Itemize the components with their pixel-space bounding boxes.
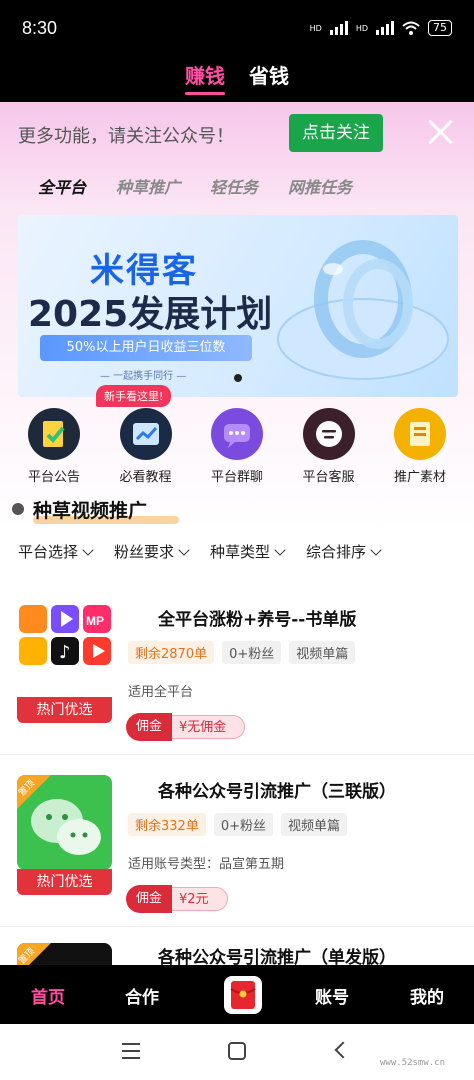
customer-service-icon: [302, 408, 355, 460]
commission-badge: 佣金 ¥2元: [126, 885, 228, 913]
hot-pick-label: 热门优选: [17, 697, 112, 723]
wifi-icon: [402, 21, 420, 35]
commission-label: 佣金: [126, 713, 173, 741]
multi-platform-apps-icon: MP ♪: [17, 603, 112, 698]
remaining-tag: 剩余2870单: [128, 641, 215, 664]
quick-links: 平台公告 必看教程 平台群聊 平台客服 推广素材: [10, 408, 464, 485]
banner-headline: 2025发展计划: [28, 294, 273, 335]
group-chat-icon: [211, 408, 263, 460]
chevron-down-icon: [178, 543, 190, 556]
category-tabs: 全平台 种草推广 轻任务 网推任务: [38, 174, 352, 198]
nav-cooperation[interactable]: 合作: [125, 983, 159, 1008]
quick-link-label: 平台公告: [27, 470, 80, 485]
nav-accounts[interactable]: 账号: [315, 983, 349, 1008]
quick-link-tutorial[interactable]: 必看教程: [102, 408, 190, 485]
status-icons: HD HD 75: [310, 20, 452, 36]
quick-link-label: 必看教程: [119, 470, 172, 485]
task-card[interactable]: MP ♪ 热门优选 全平台涨粉+养号--书单版 剩余2870单 0+粉丝 视频单…: [0, 583, 474, 755]
close-icon[interactable]: [424, 116, 456, 148]
nav-mine[interactable]: 我的: [410, 983, 444, 1008]
task-description: 适用全平台: [128, 685, 194, 700]
commission-value: ¥2元: [168, 887, 228, 911]
nav-home[interactable]: 首页: [31, 983, 65, 1008]
promo-material-icon: [394, 408, 446, 460]
top-bar: 8:30 HD HD 75 赚钱 省钱: [0, 0, 474, 102]
hot-pick-label: 热门优选: [17, 869, 112, 895]
follow-notice: 更多功能，请关注公众号！: [0, 102, 474, 164]
remaining-tag: 剩余332单: [128, 813, 206, 836]
section-bullet: [12, 503, 24, 515]
notice-text: 更多功能，请关注公众号！: [18, 126, 234, 147]
filter-label: 平台选择: [18, 543, 79, 561]
chevron-down-icon: [370, 543, 382, 556]
filter-platform[interactable]: 平台选择: [18, 541, 94, 562]
announcement-icon: [28, 408, 80, 460]
section-title: 种草视频推广: [33, 500, 148, 522]
filter-label: 粉丝要求: [114, 543, 175, 561]
task-thumbnail: 置顶: [17, 943, 112, 967]
signal-icon-1: [329, 21, 348, 35]
promo-banner[interactable]: 米得客 2025发展计划 50%以上用户日收益三位数 — 一起携手同行 —: [18, 215, 458, 397]
carousel-indicator[interactable]: [234, 374, 242, 382]
follow-button[interactable]: 点击关注: [289, 114, 383, 152]
network-label-2: HD: [355, 23, 368, 33]
quick-link-label: 推广素材: [393, 470, 446, 485]
quick-link-label: 平台客服: [302, 470, 355, 485]
quick-link-promo-material[interactable]: 推广素材: [376, 408, 464, 485]
quick-link-customer-service[interactable]: 平台客服: [285, 408, 373, 485]
task-tags: 剩余332单 0+粉丝 视频单篇: [128, 813, 348, 836]
signal-icon-2: [376, 21, 394, 35]
tab-earn[interactable]: 赚钱: [185, 60, 225, 95]
filter-sort[interactable]: 综合排序: [306, 541, 382, 562]
svg-text:♪: ♪: [59, 642, 71, 663]
commission-value: ¥无佣金: [168, 715, 246, 739]
status-time: 8:30: [22, 18, 58, 38]
task-description: 适用账号类型：品宣第五期: [128, 857, 285, 872]
banner-pill: 50%以上用户日收益三位数: [40, 335, 252, 361]
quick-link-label: 平台群聊: [210, 470, 263, 485]
filter-label: 综合排序: [306, 543, 367, 561]
task-title: 各种公众号引流推广（三联版）: [158, 782, 396, 802]
quick-link-group-chat[interactable]: 平台群聊: [193, 408, 281, 485]
format-tag: 视频单篇: [289, 641, 356, 664]
tab-web-promo[interactable]: 网推任务: [288, 174, 352, 198]
followers-tag: 0+粉丝: [222, 641, 282, 664]
chevron-down-icon: [274, 543, 286, 556]
new-user-badge[interactable]: 新手看这里!: [96, 385, 172, 407]
menu-icon[interactable]: [122, 1043, 140, 1064]
task-card[interactable]: 置顶 热门优选 各种公众号引流推广（三联版） 剩余332单 0+粉丝 视频单篇 …: [0, 755, 474, 927]
format-tag: 视频单篇: [281, 813, 348, 836]
filter-type[interactable]: 种草类型: [210, 541, 286, 562]
filter-followers[interactable]: 粉丝要求: [114, 541, 190, 562]
svg-text:MP: MP: [86, 614, 104, 628]
red-envelope-icon[interactable]: [224, 976, 262, 1014]
tab-save[interactable]: 省钱: [249, 60, 289, 95]
tab-light-tasks[interactable]: 轻任务: [210, 174, 258, 198]
tutorial-chart-icon: [119, 408, 172, 460]
quick-link-announcement[interactable]: 平台公告: [10, 408, 98, 485]
task-title: 各种公众号引流推广（单发版）: [158, 948, 396, 967]
task-tags: 剩余2870单 0+粉丝 视频单篇: [128, 641, 356, 664]
commission-label: 佣金: [126, 885, 173, 913]
glass-rings-icon: [277, 240, 449, 380]
tab-seeding-promo[interactable]: 种草推广: [116, 174, 180, 198]
top-tabs: 赚钱 省钱: [0, 60, 474, 95]
task-card[interactable]: 置顶 各种公众号引流推广（单发版）: [0, 927, 474, 967]
wechat-icon: 置顶: [17, 775, 112, 870]
followers-tag: 0+粉丝: [213, 813, 273, 836]
battery-icon: 75: [428, 20, 452, 36]
banner-tagline: — 一起携手同行 —: [100, 371, 187, 382]
home-icon[interactable]: [228, 1042, 246, 1060]
filter-label: 种草类型: [210, 543, 271, 561]
task-title: 全平台涨粉+养号--书单版: [158, 610, 357, 630]
chevron-down-icon: [82, 543, 94, 556]
tab-all-platforms[interactable]: 全平台: [38, 174, 86, 198]
watermark: www.52smw.cn: [380, 1058, 446, 1068]
commission-badge: 佣金 ¥无佣金: [126, 713, 246, 741]
network-label-1: HD: [309, 23, 322, 33]
filter-bar: 平台选择 粉丝要求 种草类型 综合排序: [18, 541, 382, 562]
